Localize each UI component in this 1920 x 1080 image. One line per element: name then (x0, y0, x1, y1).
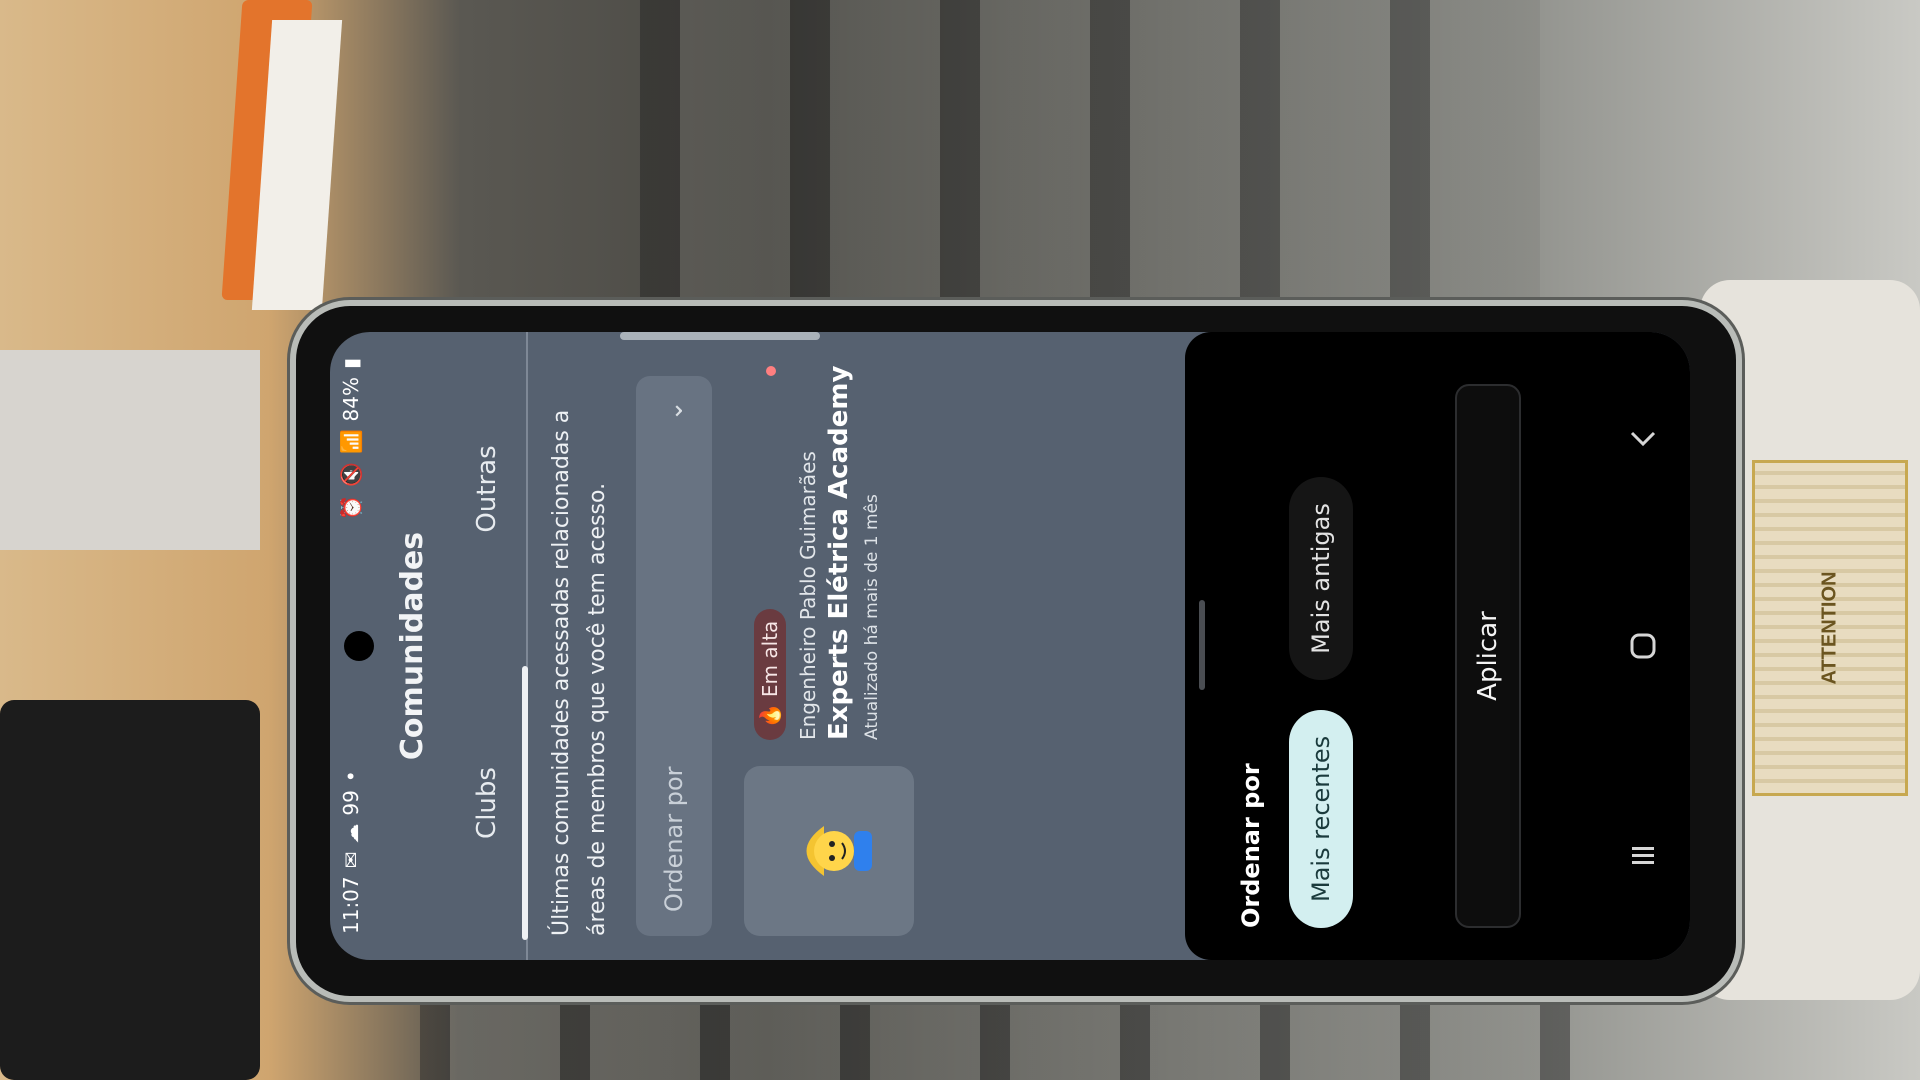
wifi-icon: 📶 (339, 429, 363, 455)
back-glyph (1630, 431, 1655, 446)
battery-icon: ▮ (339, 358, 363, 370)
sort-options: Mais recentes Mais antigas (1289, 477, 1353, 928)
warning-label-text: ATTENTION (1818, 571, 1841, 685)
option-mais-recentes[interactable]: Mais recentes (1289, 709, 1353, 928)
home-glyph (1630, 633, 1655, 659)
status-time: 11:07 (339, 876, 363, 934)
gmail-icon: ✉ (339, 851, 363, 869)
trending-label: Em alta (758, 620, 782, 698)
battery-percent: 84% (339, 377, 363, 422)
background-shelf (640, 0, 1540, 300)
option-mais-antigas[interactable]: Mais antigas (1289, 477, 1353, 680)
tab-bar: Clubs Outras (448, 332, 528, 960)
background-pipe (0, 350, 260, 550)
sort-placeholder: Ordenar por (660, 766, 688, 912)
rotated-portrait-frame: 11:07 ✉ ☁ 99 • ⏰ 🔇 📶 84% ▮ Comunidades C… (330, 332, 1690, 960)
community-author: Engenheiro Pablo Guimarães (796, 451, 820, 740)
status-left: 11:07 ✉ ☁ 99 • (339, 770, 363, 934)
alarm-icon: ⏰ (339, 495, 363, 521)
mute-icon: 🔇 (339, 462, 363, 488)
tab-clubs[interactable]: Clubs (448, 646, 526, 960)
community-updated: Atualizado há mais de 1 mês (862, 494, 882, 740)
community-info: 🔥 Em alta Engenheiro Pablo Guimarães Exp… (744, 356, 980, 740)
warning-label: ATTENTION (1752, 460, 1908, 796)
chevron-down-icon: ⌄ (659, 400, 689, 422)
apply-button[interactable]: Aplicar (1455, 384, 1521, 928)
app-bar: Comunidades (376, 332, 448, 960)
sort-dropdown[interactable]: Ordenar por ⌄ (636, 376, 712, 936)
community-name: Experts Elétrica Academy (824, 365, 854, 740)
sort-bottom-sheet: Ordenar por Mais recentes Mais antigas A… (1185, 332, 1595, 960)
scrollbar[interactable] (620, 332, 820, 340)
engineer-avatar-icon (806, 826, 872, 876)
notification-count: 99 (339, 790, 363, 816)
unread-dot (766, 366, 776, 376)
recent-apps-glyph (1631, 847, 1654, 865)
community-card[interactable]: 🔥 Em alta Engenheiro Pablo Guimarães Exp… (744, 356, 980, 936)
front-camera (344, 631, 374, 661)
cloud-icon: ☁ (339, 823, 363, 844)
status-right: ⏰ 🔇 📶 84% ▮ (339, 358, 363, 520)
tab-outras[interactable]: Outras (448, 332, 526, 646)
background-black-object (0, 700, 260, 1080)
trending-badge: 🔥 Em alta (754, 608, 786, 740)
back-icon[interactable] (1613, 407, 1673, 467)
home-icon[interactable] (1613, 616, 1673, 676)
system-nav-bar (1595, 332, 1690, 960)
community-thumbnail (744, 766, 914, 936)
section-description: Últimas comunidades acessadas relacionad… (549, 409, 610, 936)
sheet-heading: Ordenar por (1237, 763, 1265, 928)
app-screen: 11:07 ✉ ☁ 99 • ⏰ 🔇 📶 84% ▮ Comunidades C… (330, 332, 1690, 960)
phone-screen: 11:07 ✉ ☁ 99 • ⏰ 🔇 📶 84% ▮ Comunidades C… (330, 332, 1690, 960)
flame-icon: 🔥 (758, 703, 782, 728)
recent-apps-icon[interactable] (1613, 825, 1673, 885)
page-title: Comunidades (394, 531, 430, 761)
dot-icon: • (339, 770, 363, 783)
sheet-drag-handle[interactable] (1199, 600, 1205, 690)
